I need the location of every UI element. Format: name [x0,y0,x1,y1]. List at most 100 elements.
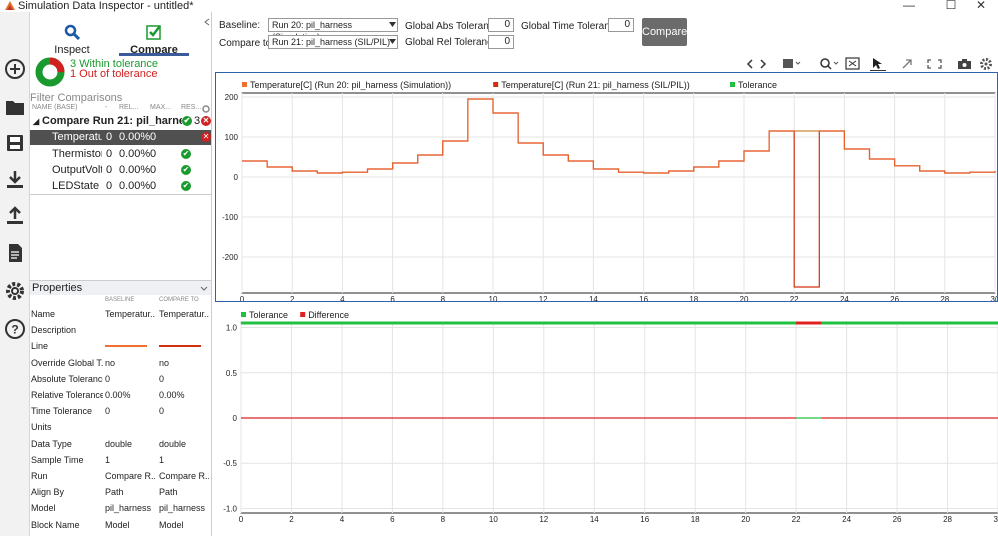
close-button[interactable]: ✕ [966,0,996,12]
maximize-button[interactable]: ☐ [936,0,966,12]
properties-header[interactable]: Properties [30,280,211,295]
time-tolerance-input[interactable]: 0 [608,18,634,32]
import-icon[interactable] [4,168,26,190]
property-label: Data Type [31,438,72,449]
layout-grid-icon[interactable] [783,59,801,68]
save-icon[interactable] [4,132,26,154]
col-header-rel[interactable]: REL... [119,104,138,114]
folder-icon[interactable] [4,96,26,118]
property-row[interactable]: Align By Path Path [30,484,211,500]
x-tick-label: 4 [340,295,345,302]
property-baseline-value: 1 [105,454,111,465]
chevron-down-icon[interactable] [200,285,208,293]
plot-settings-gear-icon[interactable] [980,58,992,70]
signal-comparison-plot[interactable]: Temperature[C] (Run 20: pil_harness (Sim… [215,72,998,302]
x-tick-label: 10 [489,295,498,302]
property-row[interactable]: Name Temperatur... Temperatur... [30,306,211,322]
compare-line-swatch [159,345,201,348]
x-tick-label: 28 [943,515,952,524]
x-tick-label: 20 [740,295,749,302]
x-tick-label: 2 [290,295,295,302]
compare-group-row[interactable]: ◢ Compare Run 21: pil_harness (SIL/... ✔… [30,114,211,129]
dropdown-arrow-icon [389,39,396,44]
snapshot-camera-icon[interactable] [958,59,971,69]
out-tolerance-count: 1 Out of tolerance [70,68,158,80]
y-tick-label: 1.0 [226,324,238,333]
dropdown-arrow-icon [389,22,396,27]
difference-plot[interactable]: Tolerance Difference0 2 4 6 8 10 12 14 16 18 20 22 24… [215,307,998,536]
table-row[interactable]: LEDState 0 0.00% 0 ✔ [30,179,211,194]
property-label: Units [31,422,52,433]
zoom-icon[interactable] [820,58,839,70]
x-tick-label: 24 [840,295,849,302]
col-header-name[interactable]: NAME (BASE) [32,104,78,114]
rel-tolerance-input[interactable]: 0 [488,35,514,49]
property-baseline-value: 0.00% [105,390,131,400]
property-label: Absolute Tolerance [31,373,103,384]
minimize-button[interactable]: — [894,0,924,12]
property-baseline-value: Temperatur... [105,309,155,319]
legend-swatch [300,312,306,317]
x-tick-label: 2 [289,515,294,524]
property-row[interactable]: Data Type double double [30,436,211,452]
filter-comparisons-input[interactable]: Filter Comparisons [30,92,210,104]
property-row[interactable]: Override Global T... no no [30,355,211,371]
table-row[interactable]: OutputVoltage 0 0.00% 0 ✔ [30,163,211,178]
abs-tolerance-input[interactable]: 0 [488,18,514,32]
previous-icon[interactable] [746,59,753,69]
table-row[interactable]: Thermistor[Ohm] 0 0.00% 0 ✔ [30,147,211,162]
x-tick-label: 6 [390,515,395,524]
export-icon[interactable] [4,204,26,226]
property-label: Time Tolerance [31,406,93,417]
col-header-dash[interactable]: - [105,104,107,114]
compare-to-dropdown[interactable]: Run 21: pil_harness (SIL/PIL) [268,35,398,49]
tab-inspect[interactable]: Inspect [37,18,107,58]
compare-button[interactable]: Compare [642,18,687,46]
property-row[interactable]: Description [30,322,211,338]
col-header-result[interactable]: RES... [181,104,201,114]
property-row[interactable]: Line [30,338,211,354]
property-row[interactable]: Block Name Model Model [30,517,211,533]
property-compare-value: Path [159,487,178,498]
legend-entry: Tolerance [249,310,288,320]
add-icon[interactable] [4,58,26,80]
cursor-pointer-icon[interactable] [870,58,886,71]
collapse-panel-icon[interactable] [203,18,211,26]
property-row[interactable]: Absolute Tolerance 0 0 [30,371,211,387]
compare-to-value: Run 21: pil_harness (SIL/PIL) [272,37,391,47]
expand-chevron-icon[interactable]: ◢ [33,114,39,129]
property-row[interactable]: Time Tolerance 0 0 [30,403,211,419]
x-tick-label: 24 [842,515,851,524]
settings-gear-icon[interactable] [4,280,26,302]
property-row[interactable]: Model pil_harness pil_harness [30,500,211,516]
plot-toolbar [746,57,992,71]
report-icon[interactable] [4,242,26,264]
baseline-dropdown[interactable]: Run 20: pil_harness (Simulation) [268,18,398,42]
out-x-icon: ✕ [201,116,211,126]
legend-swatch [242,82,247,87]
baseline-label: Baseline: [219,20,261,31]
table-row[interactable]: Temperature[C] 0 0.00% 0 ✕ [30,130,211,145]
property-row[interactable]: Relative Tolerance 0.00% 0.00% [30,387,211,403]
property-label: Line [31,341,49,352]
matlab-logo-icon [5,1,15,10]
property-label: Override Global T... [31,357,103,368]
property-row[interactable]: Sample Time 1 1 [30,452,211,468]
expand-icon[interactable] [902,59,912,69]
col-header-max[interactable]: MAX... [150,104,171,114]
compare-column-header: COMPARE TO [159,297,199,303]
property-row[interactable]: Units [30,419,211,435]
x-tick-label: 22 [790,295,799,302]
tab-compare[interactable]: Compare [119,18,189,58]
property-compare-value: pil_harness [159,503,206,514]
svg-text:?: ? [11,323,18,337]
x-tick-label: 0 [239,515,244,524]
column-settings-icon[interactable] [202,105,210,113]
within-check-icon: ✔ [182,116,192,126]
fullscreen-icon[interactable] [927,59,942,69]
next-icon[interactable] [760,59,767,69]
fit-to-view-icon[interactable] [845,57,860,70]
help-icon[interactable]: ? [4,318,26,340]
property-row[interactable]: Run Compare R... Compare R... [30,468,211,484]
tab-underline [119,53,189,56]
